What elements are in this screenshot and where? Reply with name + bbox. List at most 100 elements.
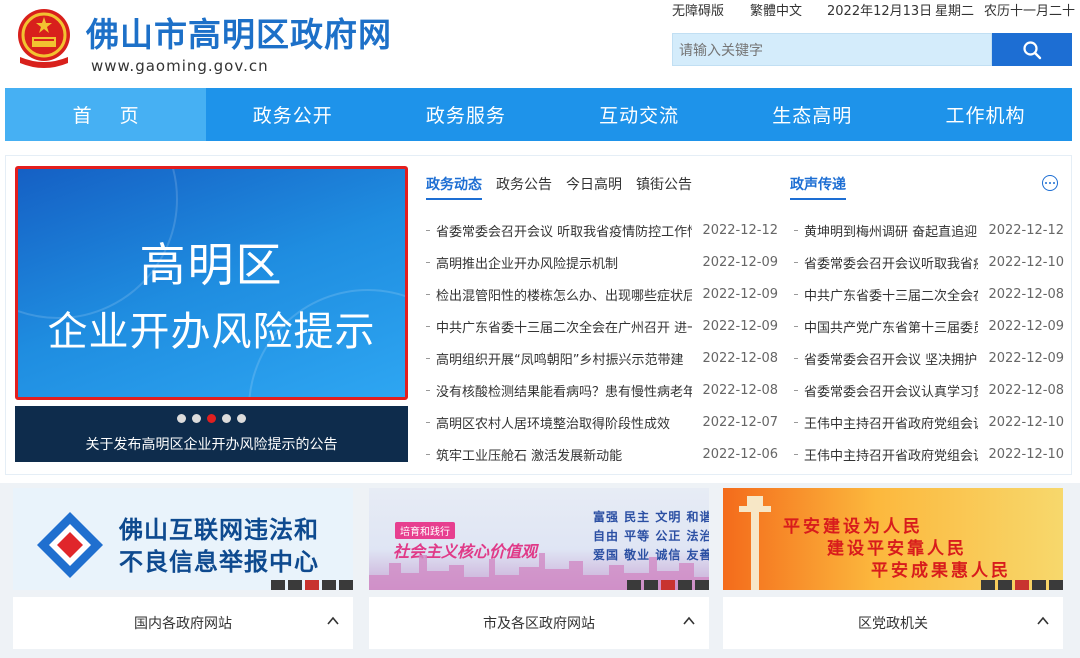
national-emblem-icon <box>18 9 70 68</box>
district-party-agencies-dropdown[interactable]: 区党政机关 <box>723 597 1063 649</box>
news-date: 2022-12-12 <box>988 222 1064 238</box>
list-item[interactable]: 省委常委会召开会议 坚决拥护 2022-12-09 <box>794 342 1064 374</box>
header: 佛山市高明区政府网 www.gaoming.gov.cn 无障碍版 繁體中文 2… <box>0 0 1080 88</box>
banner-indicator-strip <box>978 580 1063 590</box>
nav-agencies[interactable]: 工作机构 <box>899 88 1072 141</box>
news-date: 2022-12-08 <box>702 350 778 366</box>
news-title: 中国共产党广东省第十三届委员 <box>804 320 979 336</box>
banner-indicator-strip <box>624 580 709 590</box>
list-item[interactable]: 高明推出企业开办风险提示机制 2022-12-09 <box>426 246 778 278</box>
news-date: 2022-12-10 <box>988 254 1064 270</box>
core-values-banner[interactable]: 培育和践行 社会主义核心价值观 富强 民主 文明 和谐 自由 平等 公正 法治 … <box>369 488 709 590</box>
slide-headline: 高明区 <box>139 238 284 292</box>
list-item[interactable]: 筑牢工业压舱石 激活发展新动能 2022-12-06 <box>426 438 778 470</box>
news-tabs-right: 政声传递 <box>790 174 860 200</box>
nav-government-affairs[interactable]: 政务公开 <box>206 88 379 141</box>
site-title: 佛山市高明区政府网 <box>86 15 392 54</box>
tab-today-gaoming[interactable]: 今日高明 <box>566 174 622 200</box>
city-district-sites-dropdown[interactable]: 市及各区政府网站 <box>369 597 709 649</box>
nav-government-services[interactable]: 政务服务 <box>379 88 552 141</box>
carousel-dot[interactable] <box>192 414 201 423</box>
dropdown-label: 区党政机关 <box>858 616 928 632</box>
news-date: 2022-12-08 <box>988 286 1064 302</box>
current-date: 2022年12月13日 <box>827 4 933 19</box>
news-tabs-left: 政务动态 政务公告 今日高明 镇街公告 <box>426 174 706 200</box>
news-title: 中共广东省委十三届二次全会在广州召开 进一 <box>436 320 693 336</box>
safety-banner[interactable]: 平安建设为人民 建设平安靠人民 平安成果惠人民 <box>723 488 1063 590</box>
list-item[interactable]: 中国共产党广东省第十三届委员 2022-12-09 <box>794 310 1064 342</box>
news-date: 2022-12-09 <box>702 318 778 334</box>
search-button[interactable] <box>992 33 1072 66</box>
news-title: 王伟中主持召开省政府党组会议 <box>804 416 979 432</box>
news-panel: 高明区 企业开办风险提示 关于发布高明区企业开办风险提示的公告 政务动态 政务公… <box>5 155 1072 475</box>
list-item[interactable]: 省委常委会召开会议 听取我省疫情防控工作情 2022-12-12 <box>426 214 778 246</box>
list-item[interactable]: 王伟中主持召开省政府党组会议 2022-12-10 <box>794 406 1064 438</box>
domestic-gov-sites-dropdown[interactable]: 国内各政府网站 <box>13 597 353 649</box>
carousel-caption[interactable]: 关于发布高明区企业开办风险提示的公告 <box>15 434 408 454</box>
huabiao-column-icon <box>739 496 771 590</box>
banner-tag: 培育和践行 <box>395 522 455 539</box>
carousel-dots <box>15 414 408 423</box>
news-title: 高明组织开展“凤鸣朝阳”乡村振兴示范带建 <box>436 352 684 368</box>
news-date: 2022-12-08 <box>702 382 778 398</box>
slide-subheadline: 企业开办风险提示 <box>47 309 376 355</box>
nav-ecology[interactable]: 生态高明 <box>726 88 899 141</box>
carousel-dot[interactable] <box>237 414 246 423</box>
news-title: 省委常委会召开会议听取我省疫 <box>804 256 979 272</box>
news-date: 2022-12-09 <box>702 254 778 270</box>
news-title: 筑牢工业压舱石 激活发展新动能 <box>436 448 623 464</box>
chevron-up-icon <box>327 616 339 625</box>
values-line1: 富强 民主 文明 和谐 <box>593 510 709 524</box>
news-title: 高明推出企业开办风险提示机制 <box>436 256 619 272</box>
list-item[interactable]: 省委常委会召开会议认真学习贯 2022-12-08 <box>794 374 1064 406</box>
report-center-banner[interactable]: 佛山互联网违法和 不良信息举报中心 <box>13 488 353 590</box>
banner-indicator-strip <box>268 580 353 590</box>
news-title: 没有核酸检测结果能看病吗？患有慢性病老年 <box>436 384 693 400</box>
more-icon[interactable] <box>1042 175 1058 191</box>
search-input[interactable] <box>672 33 992 66</box>
search-icon <box>1023 40 1042 59</box>
tab-town-notices[interactable]: 镇街公告 <box>636 174 692 200</box>
traditional-chinese-link[interactable]: 繁體中文 <box>750 0 802 19</box>
banner-title-line1: 佛山互联网违法和 <box>119 516 319 544</box>
chevron-up-icon <box>1037 616 1049 625</box>
news-title: 省委常委会召开会议认真学习贯 <box>804 384 979 400</box>
banner-title-line2: 不良信息举报中心 <box>119 548 319 576</box>
news-date: 2022-12-10 <box>988 414 1064 430</box>
news-title: 黄坤明到梅州调研 奋起直追迎 <box>804 224 978 240</box>
list-item[interactable]: 王伟中主持召开省政府党组会议 2022-12-10 <box>794 438 1064 470</box>
carousel-dot[interactable] <box>222 414 231 423</box>
news-date: 2022-12-07 <box>702 414 778 430</box>
news-title: 检出混管阳性的楼栋怎么办、出现哪些症状后 <box>436 288 693 304</box>
tab-policy-voice[interactable]: 政声传递 <box>790 174 846 200</box>
nav-interaction[interactable]: 互动交流 <box>553 88 726 141</box>
nav-home[interactable]: 首页 <box>5 88 207 141</box>
dropdown-label: 市及各区政府网站 <box>483 616 595 632</box>
list-item[interactable]: 中共广东省委十三届二次全会在 2022-12-08 <box>794 278 1064 310</box>
list-item[interactable]: 黄坤明到梅州调研 奋起直追迎 2022-12-12 <box>794 214 1064 246</box>
list-item[interactable]: 中共广东省委十三届二次全会在广州召开 进一 2022-12-09 <box>426 310 778 342</box>
news-date: 2022-12-08 <box>988 382 1064 398</box>
news-title: 王伟中主持召开省政府党组会议 <box>804 448 979 464</box>
carousel-dot[interactable] <box>177 414 186 423</box>
list-item[interactable]: 高明区农村人居环境整治取得阶段性成效 2022-12-07 <box>426 406 778 438</box>
news-date: 2022-12-09 <box>988 350 1064 366</box>
main-nav: 首页 政务公开 政务服务 互动交流 生态高明 工作机构 <box>5 88 1072 141</box>
list-item[interactable]: 检出混管阳性的楼栋怎么办、出现哪些症状后 2022-12-09 <box>426 278 778 310</box>
news-date: 2022-12-09 <box>702 286 778 302</box>
carousel-dot-active[interactable] <box>207 414 216 423</box>
news-title: 高明区农村人居环境整治取得阶段性成效 <box>436 416 671 432</box>
list-item[interactable]: 高明组织开展“凤鸣朝阳”乡村振兴示范带建 2022-12-08 <box>426 342 778 374</box>
tab-government-news[interactable]: 政务动态 <box>426 174 482 200</box>
accessibility-link[interactable]: 无障碍版 <box>672 0 724 19</box>
news-date: 2022-12-06 <box>702 446 778 462</box>
list-item[interactable]: 省委常委会召开会议听取我省疫 2022-12-10 <box>794 246 1064 278</box>
list-item[interactable]: 没有核酸检测结果能看病吗？患有慢性病老年 2022-12-08 <box>426 374 778 406</box>
values-line2: 自由 平等 公正 法治 <box>593 529 709 543</box>
tab-government-notices[interactable]: 政务公告 <box>496 174 552 200</box>
current-weekday: 星期二 <box>935 4 975 19</box>
news-list-left: 省委常委会召开会议 听取我省疫情防控工作情 2022-12-12 高明推出企业开办… <box>426 214 778 470</box>
carousel-slide[interactable]: 高明区 企业开办风险提示 <box>15 166 408 400</box>
lunar-date: 农历十一月二十 <box>984 4 1076 19</box>
site-url: www.gaoming.gov.cn <box>91 57 269 75</box>
